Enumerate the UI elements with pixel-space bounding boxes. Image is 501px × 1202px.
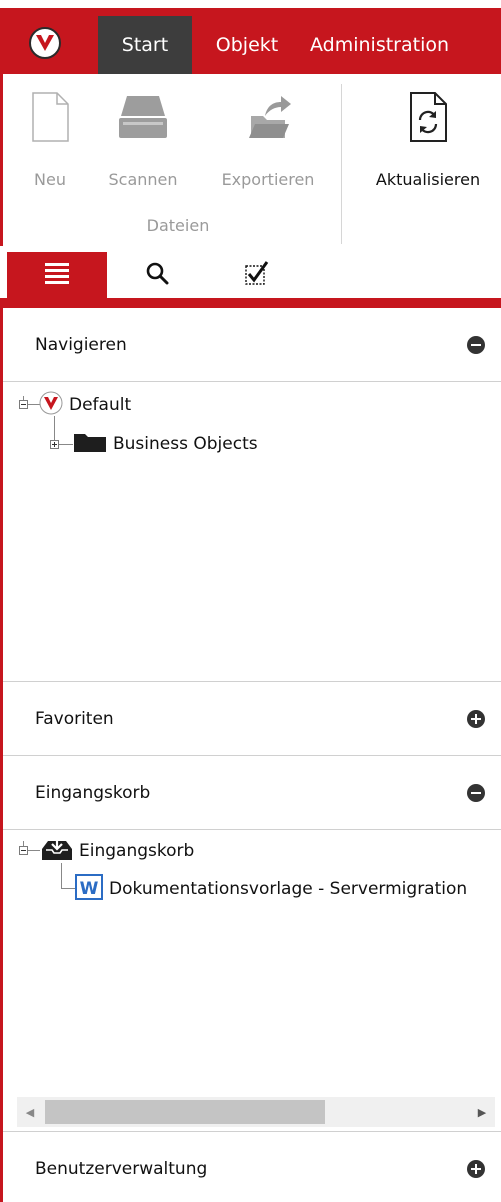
mode-tab-strip [0, 246, 501, 308]
tree-node-document[interactable]: W Dokumentationsvorlage - Servermigratio… [75, 873, 468, 905]
section-title-user-admin: Benutzerverwaltung [35, 1159, 208, 1179]
ribbon-tab-bar: Start Objekt Administration [0, 8, 501, 74]
collapse-icon[interactable] [467, 784, 485, 802]
tree-node-label: Business Objects [113, 434, 258, 454]
section-title-favorites: Favoriten [35, 708, 114, 729]
section-header-favorites[interactable]: Favoriten [3, 682, 501, 756]
word-document-icon: W [75, 873, 103, 905]
repository-logo-icon [39, 391, 63, 420]
scroll-right-icon[interactable]: ▶ [469, 1097, 495, 1127]
section-title-inbox: Eingangskorb [35, 782, 151, 803]
section-header-user-admin[interactable]: Benutzerverwaltung [3, 1132, 501, 1202]
new-button-label: Neu [34, 170, 66, 189]
tab-objekt[interactable]: Objekt [197, 16, 297, 74]
collapse-icon[interactable] [467, 336, 485, 354]
expand-icon[interactable] [467, 1160, 485, 1178]
app-logo[interactable] [29, 27, 61, 59]
mode-tab-underline [0, 298, 501, 308]
scanner-icon [115, 92, 171, 146]
export-button-label: Exportieren [221, 170, 315, 189]
tab-administration[interactable]: Administration [300, 16, 501, 74]
inbox-tray-icon [41, 837, 73, 866]
export-button[interactable]: Exportieren [203, 74, 333, 204]
checkbox-icon [244, 260, 270, 290]
section-header-inbox[interactable]: Eingangskorb [3, 756, 501, 830]
new-button[interactable]: Neu [23, 74, 77, 204]
tree-line [61, 888, 75, 889]
tab-search[interactable] [107, 252, 207, 298]
tree-line [59, 444, 73, 445]
tree-node-inbox[interactable]: Eingangskorb [41, 837, 195, 866]
refresh-button[interactable]: Aktualisieren [353, 74, 501, 204]
horizontal-scrollbar[interactable]: ◀ ▶ [17, 1097, 495, 1127]
list-icon [45, 262, 69, 288]
expand-icon[interactable] [467, 710, 485, 728]
tab-start[interactable]: Start [98, 16, 192, 74]
app-window: Start Objekt Administration Neu Scannen … [0, 0, 501, 1202]
scrollbar-thumb[interactable] [45, 1100, 325, 1124]
ribbon-separator [341, 84, 342, 244]
tree-line [61, 863, 62, 889]
folder-icon [73, 431, 107, 458]
tree-node-label: Default [69, 395, 132, 415]
tab-tasks[interactable] [207, 252, 307, 298]
tree-collapse-toggle[interactable] [19, 400, 28, 409]
ribbon: Neu Scannen Exportieren Dateien Aktualis… [0, 74, 501, 246]
export-folder-icon [243, 92, 293, 146]
svg-text:W: W [80, 879, 99, 899]
side-panel: Navigieren Default Business Objects Favo… [0, 308, 501, 1202]
new-document-icon [31, 92, 69, 146]
scroll-left-icon[interactable]: ◀ [17, 1097, 43, 1127]
files-group-label: Dateien [146, 216, 210, 235]
search-icon [145, 261, 169, 289]
tree-collapse-toggle[interactable] [19, 846, 28, 855]
tree-node-default[interactable]: Default [39, 391, 132, 420]
tree-node-business-objects[interactable]: Business Objects [73, 431, 258, 457]
tree-expand-toggle[interactable] [50, 440, 59, 449]
tree-line [28, 850, 40, 851]
refresh-button-label: Aktualisieren [375, 170, 481, 189]
tree-node-label: Eingangskorb [79, 841, 195, 861]
section-title-navigate: Navigieren [35, 334, 127, 355]
scan-button[interactable]: Scannen [95, 74, 191, 204]
scan-button-label: Scannen [108, 170, 178, 189]
section-header-navigate[interactable]: Navigieren [3, 308, 501, 382]
refresh-document-icon [409, 92, 447, 146]
tree-node-label: Dokumentationsvorlage - Servermigration [109, 879, 468, 899]
tab-navigation-list[interactable] [7, 252, 107, 298]
